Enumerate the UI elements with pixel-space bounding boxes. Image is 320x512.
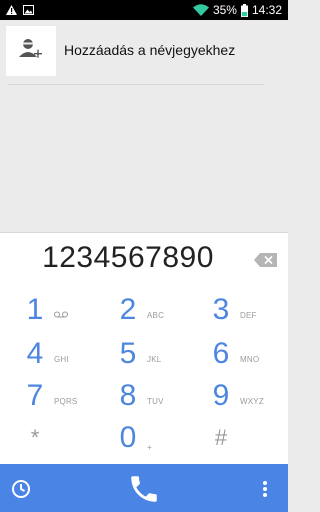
key-digit: 6: [212, 337, 230, 370]
add-contact-label: Hozzáadás a névjegyekhez: [64, 42, 236, 58]
key-digit: 2: [119, 293, 137, 326]
key-digit: 9: [212, 379, 230, 412]
dialpad: 1234567890 1 2 ABC 3 DEF 4 GHI 5 JKL 6 M…: [0, 232, 288, 464]
key-digit: 3: [212, 293, 230, 326]
key-digit: *: [30, 425, 40, 450]
phone-icon[interactable]: [126, 472, 162, 506]
warning-icon: [6, 5, 17, 15]
backspace-icon[interactable]: [254, 253, 278, 267]
key-digit: 1: [26, 293, 44, 326]
key-digit: 8: [119, 379, 137, 412]
image-icon: [23, 5, 34, 15]
dialed-number[interactable]: 1234567890: [0, 241, 256, 275]
key-letters: WXYZ: [240, 397, 264, 406]
key-star[interactable]: *: [4, 421, 96, 467]
key-8[interactable]: 8 TUV: [97, 379, 189, 425]
battery-percent: 35%: [212, 3, 237, 17]
suggestion-area: Hozzáadás a névjegyekhez: [0, 20, 288, 232]
status-bar: 35% 14:32: [0, 0, 288, 20]
key-5[interactable]: 5 JKL: [97, 337, 189, 383]
digits-row: 1234567890: [0, 233, 288, 285]
voicemail-icon: [54, 311, 68, 320]
status-left: [6, 5, 34, 15]
key-2[interactable]: 2 ABC: [97, 293, 189, 339]
history-icon[interactable]: [10, 478, 32, 500]
key-1[interactable]: 1: [4, 293, 96, 339]
overflow-menu-icon[interactable]: [259, 478, 271, 500]
battery-icon: [240, 3, 248, 17]
bottom-action-bar: [0, 464, 288, 512]
status-right: 35% 14:32: [192, 3, 282, 17]
key-digit: 4: [26, 337, 44, 370]
key-0[interactable]: 0 +: [97, 421, 189, 467]
clock: 14:32: [251, 3, 282, 17]
key-digit: 5: [119, 337, 137, 370]
key-letters: MNO: [240, 355, 260, 364]
key-7[interactable]: 7 PQRS: [4, 379, 96, 425]
add-contact-icon: [18, 37, 44, 66]
key-letters: GHI: [54, 355, 69, 364]
add-contact-row[interactable]: Hozzáadás a névjegyekhez: [0, 20, 288, 84]
key-letters: +: [147, 443, 152, 452]
key-letters: DEF: [240, 311, 257, 320]
wifi-icon: [192, 4, 209, 16]
key-4[interactable]: 4 GHI: [4, 337, 96, 383]
key-hash[interactable]: #: [190, 421, 282, 467]
add-contact-avatar: [6, 26, 56, 76]
key-letters: JKL: [147, 355, 162, 364]
key-letters: TUV: [147, 397, 164, 406]
divider: [8, 84, 264, 85]
key-letters: ABC: [147, 311, 165, 320]
key-6[interactable]: 6 MNO: [190, 337, 282, 383]
key-digit: 7: [26, 379, 44, 412]
key-digit: #: [214, 425, 228, 450]
key-letters: PQRS: [54, 397, 78, 406]
key-9[interactable]: 9 WXYZ: [190, 379, 282, 425]
key-3[interactable]: 3 DEF: [190, 293, 282, 339]
key-digit: 0: [119, 421, 137, 454]
